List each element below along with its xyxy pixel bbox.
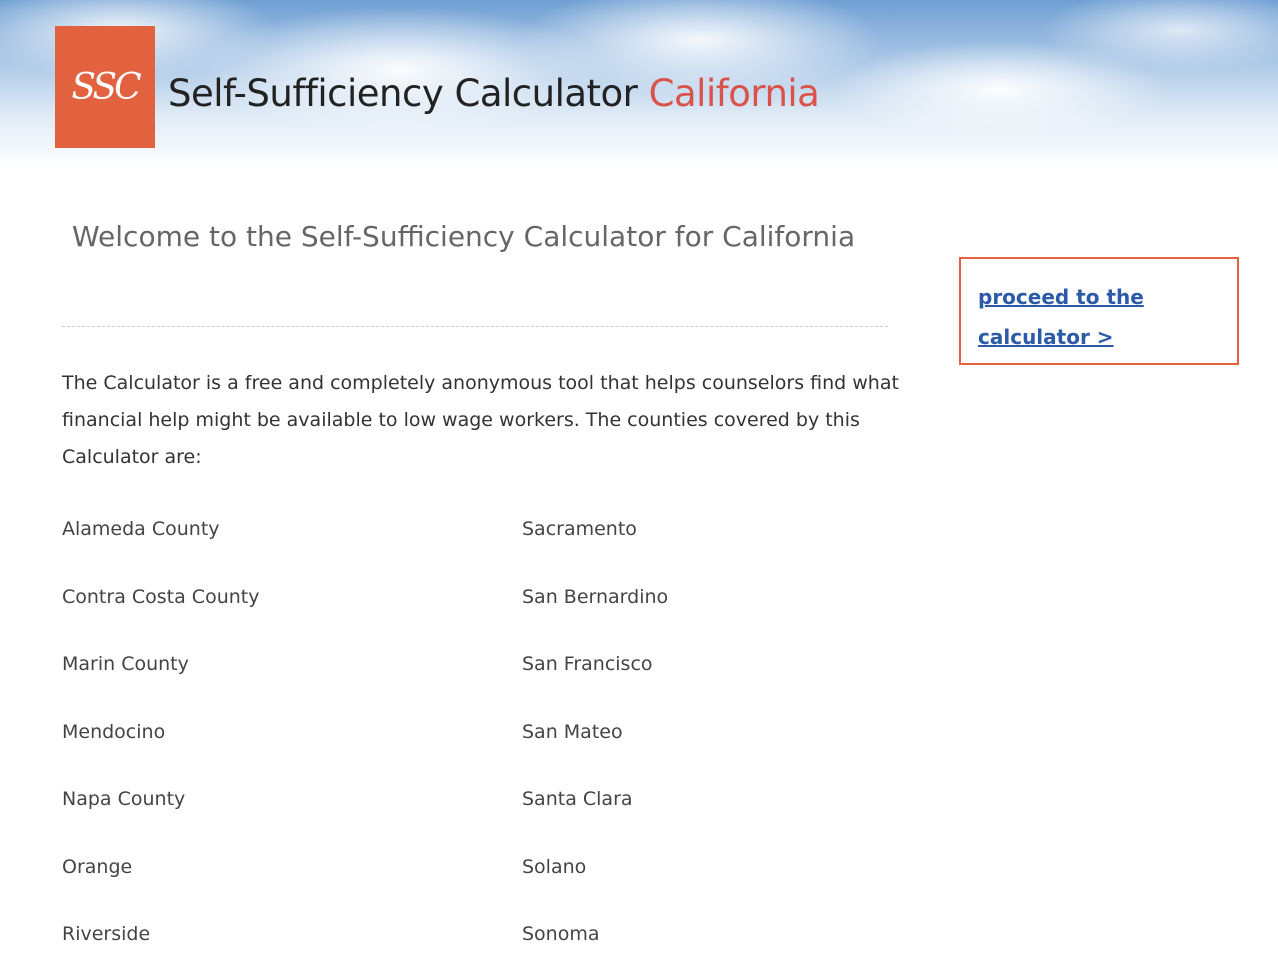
ssc-logo[interactable]: SSC xyxy=(55,26,155,148)
divider xyxy=(62,326,888,327)
list-item: San Francisco xyxy=(522,653,653,675)
site-title-accent: California xyxy=(648,72,820,115)
list-item: Sacramento xyxy=(522,518,637,540)
list-item: Mendocino xyxy=(62,720,166,743)
list-item: Sonoma xyxy=(522,923,600,945)
list-item: Riverside xyxy=(62,923,151,945)
list-item: Alameda County xyxy=(62,518,220,540)
list-item: Contra Costa County xyxy=(62,585,260,608)
list-item: Orange xyxy=(62,855,133,878)
county-list: Alameda County Sacramento Contra Costa C… xyxy=(62,505,862,978)
list-item: Marin County xyxy=(62,653,189,675)
intro-text: The Calculator is a free and completely … xyxy=(62,372,899,468)
logo-text: SSC xyxy=(71,66,141,108)
site-title: Self-Sufficiency Calculator California xyxy=(168,72,820,115)
proceed-to-calculator-link[interactable]: proceed to the calculator > xyxy=(978,277,1218,357)
list-item: Napa County xyxy=(62,788,186,810)
proceed-box: proceed to the calculator > xyxy=(959,257,1239,365)
list-item: San Mateo xyxy=(522,720,623,743)
list-item: Santa Clara xyxy=(522,788,633,810)
page-title: Welcome to the Self-Sufficiency Calculat… xyxy=(72,220,856,253)
list-item: Solano xyxy=(522,855,587,878)
site-title-main: Self-Sufficiency Calculator xyxy=(168,72,638,115)
header-banner: SSC Self-Sufficiency Calculator Californ… xyxy=(0,0,1278,170)
list-item: San Bernardino xyxy=(522,585,669,608)
